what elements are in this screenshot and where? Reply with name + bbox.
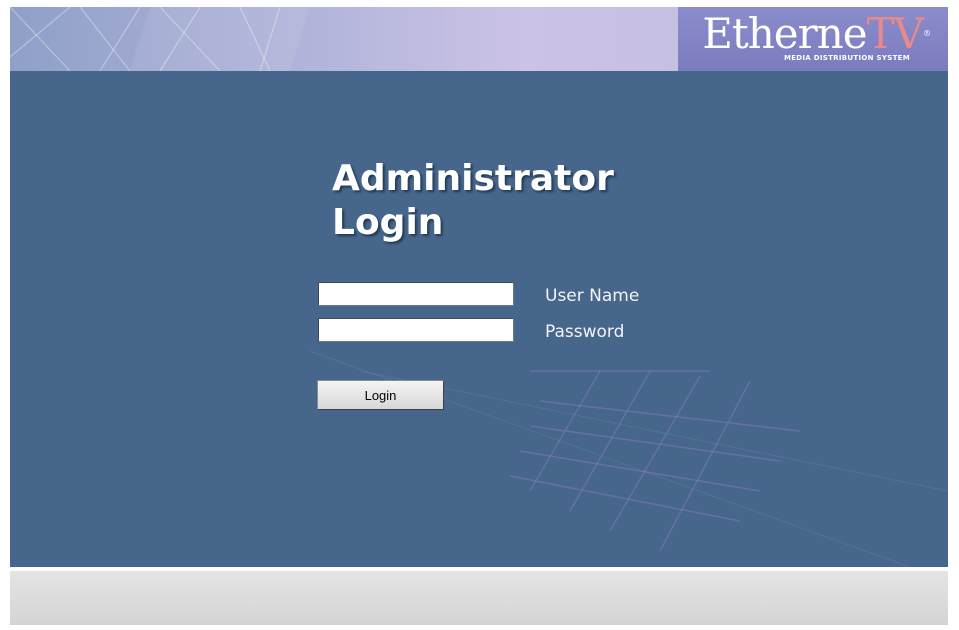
login-button[interactable]: Login [317,380,444,410]
password-input[interactable] [318,318,514,342]
username-input[interactable] [318,282,514,306]
login-panel: Administrator Login User Name Password L… [10,71,948,567]
header-decoration [10,7,310,71]
footer-bar [10,571,948,625]
logo-registered-mark: ® [923,29,931,38]
logo-brand-accent: TV [866,9,924,58]
logo-brand-main: Etherne [702,9,867,58]
title-line-login: Login [332,202,444,243]
title-line-administrator: Administrator [332,158,614,199]
page-frame: EtherneTV® MEDIA DISTRIBUTION SYSTEM Adm… [10,7,948,625]
password-label: Password [545,322,625,342]
brand-logo: EtherneTV® MEDIA DISTRIBUTION SYSTEM [678,7,948,71]
logo-tagline: MEDIA DISTRIBUTION SYSTEM [783,54,910,62]
page-title: Administrator Login [332,157,652,245]
username-label: User Name [545,286,640,306]
header-banner: EtherneTV® MEDIA DISTRIBUTION SYSTEM [10,7,948,71]
